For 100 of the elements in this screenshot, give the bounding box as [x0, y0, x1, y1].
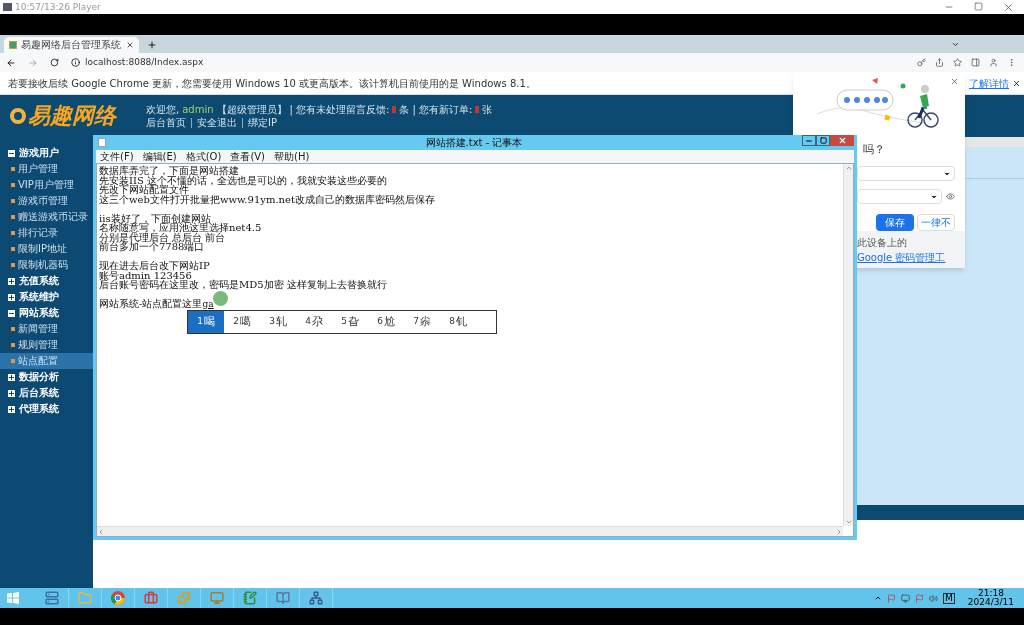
expand-icon[interactable]	[8, 293, 15, 301]
notepad-icon	[98, 138, 106, 147]
close-icon[interactable]	[1012, 78, 1021, 88]
scroll-up-icon[interactable]	[844, 164, 853, 172]
menu-icon[interactable]	[1007, 58, 1016, 67]
text-line: 后台账号密码在这里改，密码是MD5加密 这样复制上去替换就行	[99, 280, 387, 290]
menu-item[interactable]: 新闻管理	[0, 321, 93, 337]
candidate-item[interactable]: 8钆	[440, 311, 476, 333]
close-icon[interactable]	[1003, 1, 1014, 13]
text-line: 名称随意写，应用池这里选择net4.5	[99, 223, 262, 233]
collapse-icon[interactable]	[8, 309, 15, 317]
tab-search-icon[interactable]	[951, 40, 960, 49]
flag-icon[interactable]	[887, 593, 897, 603]
user-name: admin	[182, 104, 214, 115]
expand-icon[interactable]	[8, 373, 15, 381]
bullet-icon	[11, 183, 15, 187]
menu-group[interactable]: 数据分析	[19, 372, 59, 382]
menu-group[interactable]: 系统维护	[19, 292, 59, 302]
reload-icon[interactable]	[50, 58, 59, 67]
menu-item[interactable]: 编辑(E)	[142, 151, 177, 162]
bookmark-icon[interactable]	[953, 58, 962, 67]
welcome-text: 欢迎您,	[146, 104, 180, 115]
horizontal-scrollbar[interactable]	[97, 526, 843, 536]
maximize-icon	[819, 137, 827, 144]
candidate-item[interactable]: 4尕	[296, 311, 332, 333]
bullet-icon	[11, 327, 15, 331]
profile-icon[interactable]	[989, 58, 998, 67]
scroll-right-icon[interactable]	[835, 527, 843, 536]
feedback-unit: 条	[399, 104, 410, 115]
info-icon[interactable]	[71, 58, 80, 67]
candidate-item[interactable]: 3轧	[260, 311, 296, 333]
vertical-scrollbar[interactable]	[843, 164, 853, 526]
menu-item[interactable]: 限制机器码	[0, 257, 93, 273]
menu-item[interactable]: VIP用户管理	[0, 177, 93, 193]
clock-time: 21:18	[977, 589, 1004, 598]
save-button[interactable]: 保存	[876, 214, 914, 232]
header-link[interactable]: 安全退出	[191, 117, 242, 128]
forward-icon[interactable]	[28, 57, 38, 68]
password-manager-link[interactable]: Google 密码管理工	[857, 249, 946, 265]
expand-icon[interactable]	[8, 405, 15, 413]
learn-more-link[interactable]: 了解详情	[969, 75, 1009, 91]
menu-item[interactable]: 限制IP地址	[0, 241, 93, 257]
footer-text: 此设备上的	[857, 235, 907, 250]
windows-logo-icon[interactable]	[7, 592, 19, 604]
back-icon[interactable]	[6, 57, 16, 68]
menu-group[interactable]: 网站系统	[19, 308, 59, 318]
candidate-item[interactable]: 1 喝	[188, 311, 224, 333]
site-logo: 易趣网络	[28, 105, 116, 127]
orders-unit: 张	[482, 104, 493, 115]
close-icon	[837, 136, 847, 145]
menu-group[interactable]: 代理系统	[19, 404, 59, 414]
menu-item[interactable]: 格式(O)	[185, 151, 222, 162]
expand-icon[interactable]	[8, 389, 15, 397]
browser-tab[interactable]: 易趣网络后台管理系统	[4, 37, 139, 53]
candidate-item[interactable]: 2 噶	[224, 311, 260, 333]
candidate-item[interactable]: 5 旮	[332, 311, 368, 333]
bullet-icon	[11, 343, 15, 347]
bullet-icon	[11, 359, 15, 363]
candidate-item[interactable]: 6尬	[368, 311, 404, 333]
feedback-label: | 您有未处理留言反馈:	[289, 104, 390, 115]
tray-expand-icon[interactable]	[874, 594, 883, 602]
scroll-left-icon[interactable]	[97, 527, 105, 536]
menu-item[interactable]: 排行记录	[0, 225, 93, 241]
share-icon[interactable]	[935, 58, 944, 67]
menu-item[interactable]: 文件(F)	[100, 151, 134, 162]
close-tab-icon[interactable]	[126, 41, 134, 49]
minimize-button[interactable]	[802, 135, 816, 146]
candidate-item[interactable]: 7尜	[404, 311, 440, 333]
side-panel-icon[interactable]	[971, 58, 980, 67]
header-link[interactable]: 后台首页	[146, 117, 191, 128]
text-line: 前台多加一个7788端口	[99, 242, 205, 252]
never-button[interactable]: 一律不	[917, 214, 955, 232]
menu-item[interactable]: 用户管理	[0, 161, 93, 177]
popup-question: 吗？	[862, 141, 886, 158]
input-method-indicator[interactable]: M	[943, 592, 955, 604]
text-line: 这三个web文件打开批量把www.91ym.net改成自己的数据库密码然后保存	[99, 194, 435, 204]
eye-icon[interactable]	[946, 192, 955, 202]
menu-item[interactable]: 帮助(H)	[274, 151, 310, 162]
menu-item[interactable]: 站点配置	[0, 353, 93, 369]
flag-icon[interactable]	[915, 593, 925, 603]
menu-item[interactable]: 规则管理	[0, 337, 93, 353]
menu-group[interactable]: 后台系统	[19, 388, 59, 398]
menu-item[interactable]: 赠送游戏币记录	[0, 209, 93, 225]
menu-group[interactable]: 充值系统	[19, 276, 59, 286]
menu-item[interactable]: 游戏币管理	[0, 193, 93, 209]
speaker-icon[interactable]	[929, 593, 939, 603]
cursor-highlight-icon	[213, 291, 228, 306]
new-tab-icon[interactable]	[147, 40, 157, 50]
bullet-icon	[11, 167, 15, 171]
menu-item[interactable]: 查看(V)	[230, 151, 266, 162]
maximize-icon[interactable]	[974, 1, 983, 11]
header-link[interactable]: 绑定IP	[242, 117, 282, 128]
collapse-icon[interactable]	[8, 149, 15, 157]
close-button[interactable]	[830, 135, 854, 146]
maximize-button[interactable]	[816, 135, 830, 146]
key-icon[interactable]	[917, 58, 926, 67]
menu-group[interactable]: 游戏用户	[19, 148, 59, 158]
expand-icon[interactable]	[8, 277, 15, 285]
scroll-down-icon[interactable]	[844, 518, 853, 526]
orders-label: | 您有新订单:	[412, 104, 473, 115]
